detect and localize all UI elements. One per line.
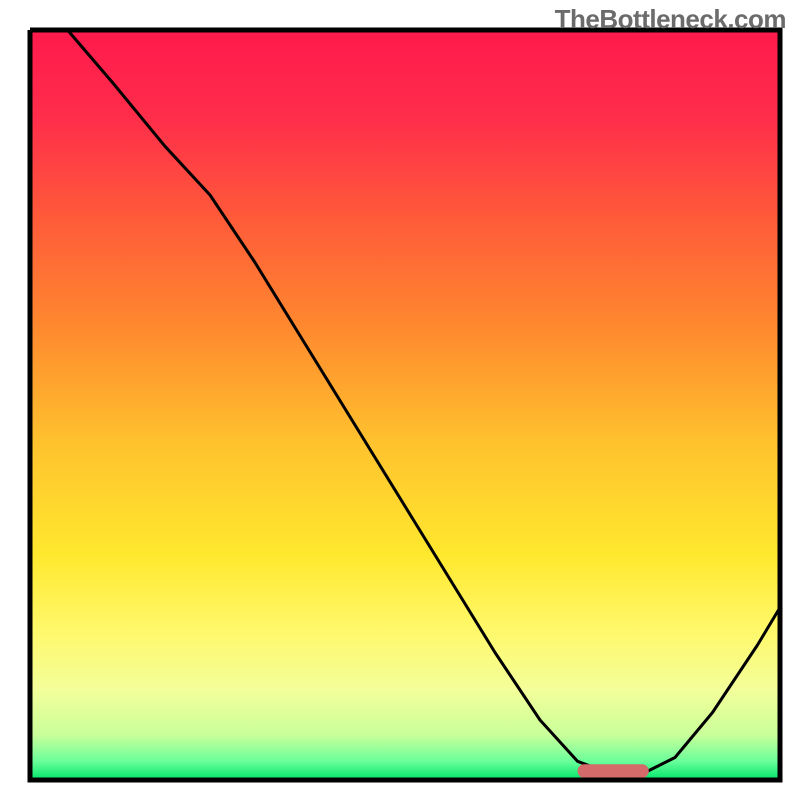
bottleneck-chart	[0, 0, 800, 800]
plot-background	[30, 30, 780, 780]
chart-container: TheBottleneck.com	[0, 0, 800, 800]
optimal-range-marker	[578, 764, 649, 778]
watermark-text: TheBottleneck.com	[555, 4, 786, 35]
